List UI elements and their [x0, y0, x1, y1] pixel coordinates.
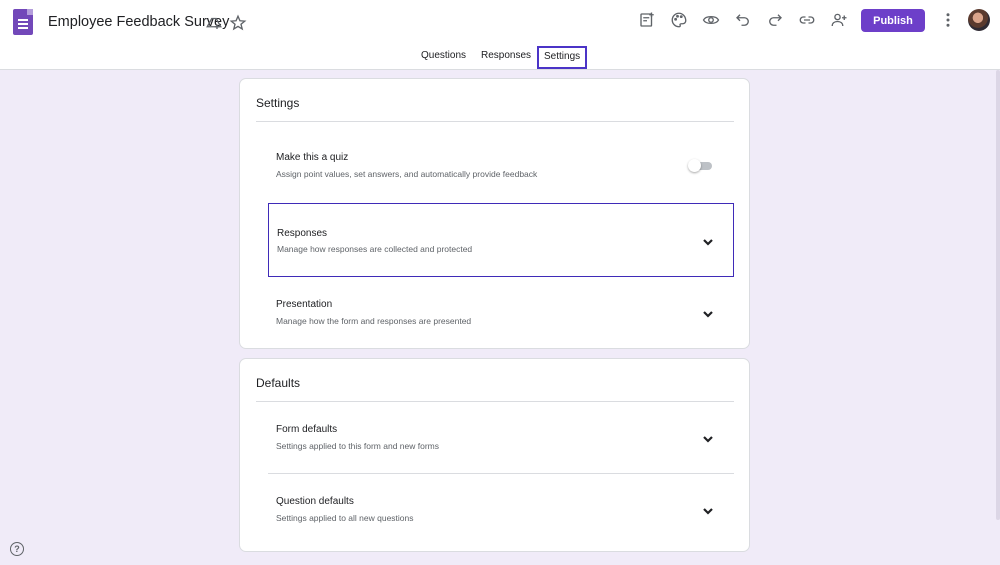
- quiz-setting-title: Make this a quiz: [276, 152, 349, 163]
- tab-questions[interactable]: Questions: [416, 47, 471, 64]
- undo-icon[interactable]: [732, 9, 754, 31]
- palette-icon[interactable]: [668, 9, 690, 31]
- question-defaults-title: Question defaults: [276, 496, 354, 507]
- redo-icon[interactable]: [764, 9, 786, 31]
- tab-responses[interactable]: Responses: [476, 47, 536, 64]
- form-defaults-row[interactable]: Form defaults Settings applied to this f…: [268, 403, 734, 473]
- chevron-down-icon[interactable]: [702, 432, 714, 444]
- presentation-setting-title: Presentation: [276, 299, 333, 310]
- question-defaults-description: Settings applied to all new questions: [276, 513, 414, 523]
- more-vert-icon[interactable]: [937, 9, 959, 31]
- add-ons-icon[interactable]: [636, 9, 658, 31]
- chevron-down-icon[interactable]: [702, 235, 714, 247]
- question-defaults-row[interactable]: Question defaults Settings applied to al…: [268, 475, 734, 545]
- publish-button[interactable]: Publish: [861, 9, 925, 32]
- drive-add-icon[interactable]: [203, 12, 225, 34]
- chevron-down-icon[interactable]: [702, 504, 714, 516]
- account-avatar[interactable]: [968, 9, 990, 31]
- tab-settings[interactable]: Settings: [537, 46, 588, 69]
- divider: [256, 401, 734, 402]
- responses-setting-description: Manage how responses are collected and p…: [277, 244, 473, 254]
- link-icon[interactable]: [796, 9, 818, 31]
- preview-icon[interactable]: [700, 9, 722, 31]
- help-icon[interactable]: ?: [10, 542, 24, 556]
- forms-logo-icon[interactable]: [13, 9, 33, 35]
- presentation-setting-row[interactable]: Presentation Manage how the form and res…: [268, 277, 734, 351]
- responses-setting-row[interactable]: Responses Manage how responses are colle…: [268, 203, 734, 277]
- form-defaults-title: Form defaults: [276, 424, 338, 435]
- quiz-setting-description: Assign point values, set answers, and au…: [276, 169, 538, 179]
- defaults-card: Defaults Form defaults Settings applied …: [239, 358, 750, 552]
- divider: [256, 121, 734, 122]
- star-icon[interactable]: [227, 12, 249, 34]
- form-defaults-description: Settings applied to this form and new fo…: [276, 441, 439, 451]
- presentation-setting-description: Manage how the form and responses are pr…: [276, 316, 472, 326]
- settings-heading: Settings: [256, 96, 300, 110]
- form-tabs: Questions Responses Settings: [0, 46, 1000, 70]
- defaults-heading: Defaults: [256, 376, 301, 390]
- add-collaborators-icon[interactable]: [828, 9, 850, 31]
- settings-card: Settings Make this a quiz Assign point v…: [239, 78, 750, 349]
- divider: [268, 473, 734, 474]
- scrollbar[interactable]: [996, 70, 1000, 520]
- chevron-down-icon[interactable]: [702, 307, 714, 319]
- top-app-bar: Employee Feedback Survey Publish Questio…: [0, 0, 1000, 70]
- quiz-toggle[interactable]: [688, 159, 712, 172]
- responses-setting-title: Responses: [277, 228, 328, 239]
- quiz-setting-row[interactable]: Make this a quiz Assign point values, se…: [268, 129, 734, 203]
